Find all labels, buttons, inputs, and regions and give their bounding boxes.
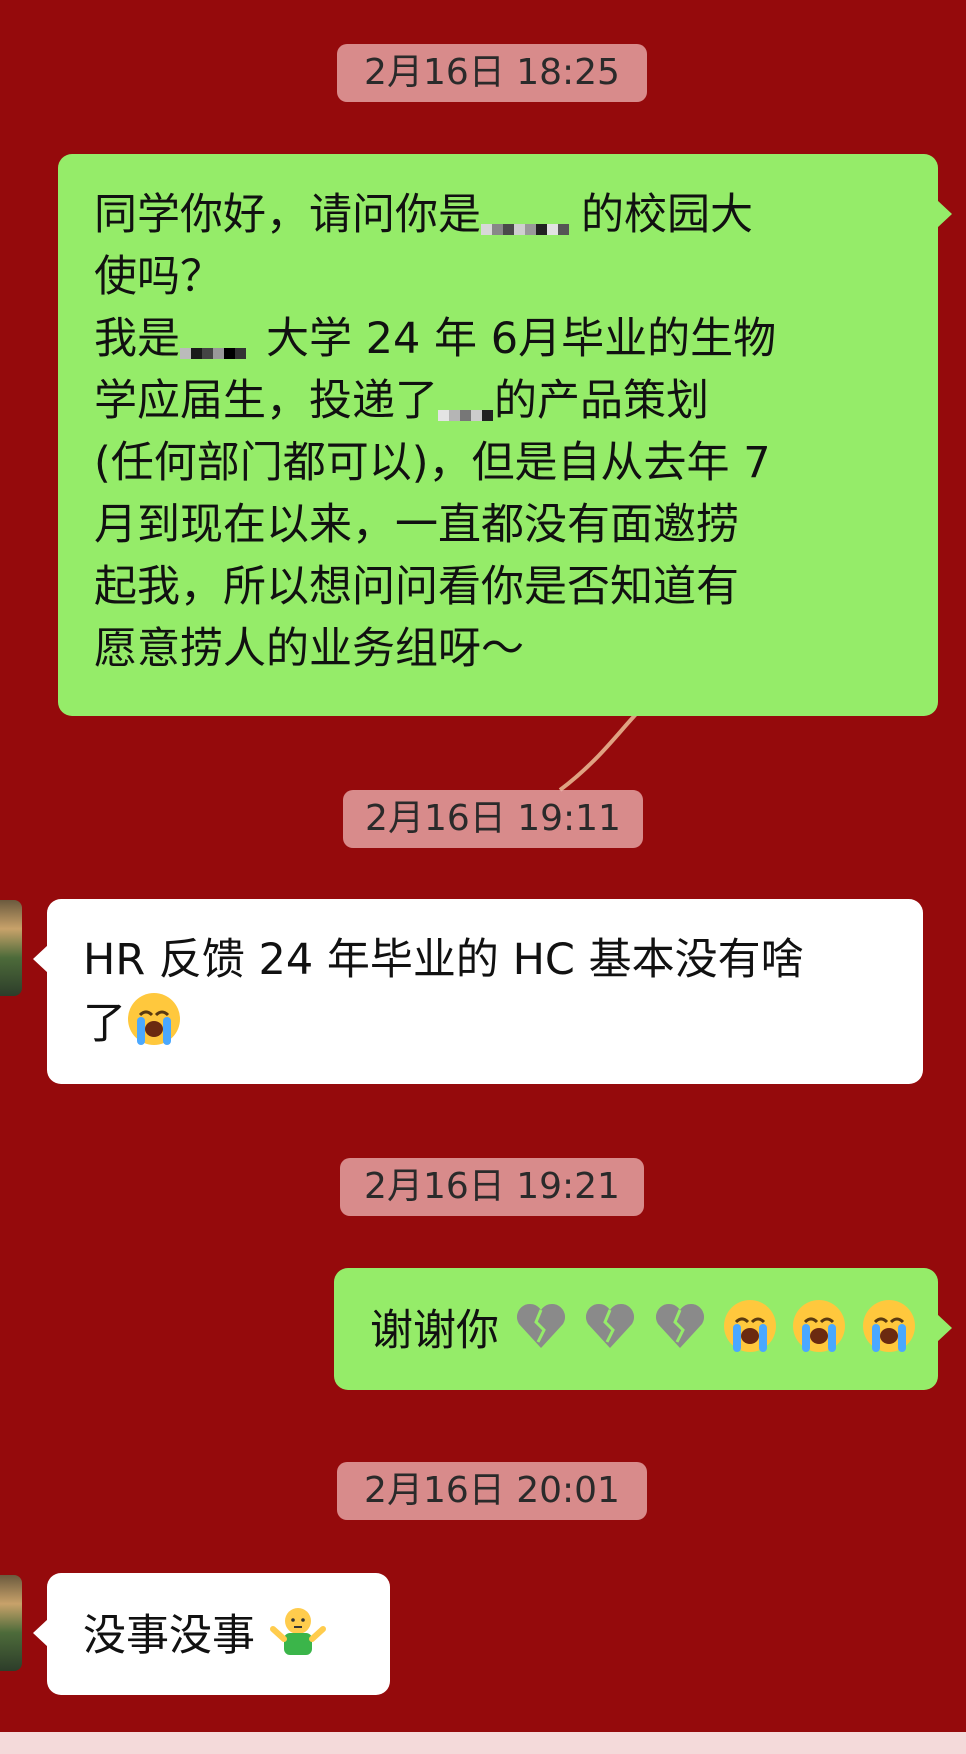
broken-heart-icon [516,1303,565,1348]
message-line: 同学你好，请问你是 的校园大 [94,190,753,240]
loudly-crying-face-icon [793,1300,846,1352]
bottom-edge-strip [0,1732,966,1754]
broken-heart-icon [586,1303,635,1348]
message-line: 没事没事 [83,1603,354,1667]
outgoing-message-bubble[interactable]: 谢谢你 [334,1268,952,1390]
message-line: 学应届生，投递了 的产品策划 [94,376,709,426]
timestamp: 2月16日 18:25 [337,44,647,102]
contact-avatar[interactable] [0,1575,22,1671]
incoming-message-bubble[interactable]: 没事没事 [33,1573,390,1695]
loudly-crying-face-icon [863,1300,916,1352]
incoming-message-bubble[interactable]: HR 反馈 24 年毕业的 HC 基本没有啥 了 [33,899,923,1084]
redacted-mosaic [180,314,250,359]
message-line: 使吗？ [94,252,223,302]
person-shrugging-emoji-icon [269,1608,326,1655]
outgoing-message-bubble[interactable]: 同学你好，请问你是 的校园大 使吗？ 我是 大学 24 年 6月毕业的生物 学应… [58,154,952,716]
loudly-crying-face-icon [128,993,180,1045]
timestamp: 2月16日 19:11 [343,790,643,848]
message-line: 月到现在以来，一直都没有面邀捞 [94,500,739,550]
message-line: 我是 大学 24 年 6月毕业的生物 [94,314,777,364]
message-line: (任何部门都可以)，但是自从去年 7 [94,438,771,488]
message-line: HR 反馈 24 年毕业的 HC 基本没有啥 [83,935,804,985]
loudly-crying-face-icon [723,1300,776,1352]
message-line: 了 [83,991,887,1055]
message-line: 起我，所以想问问看你是否知道有 [94,562,739,612]
broken-heart-icon [655,1303,705,1348]
contact-avatar[interactable] [0,900,22,996]
redacted-mosaic [481,190,581,235]
timestamp: 2月16日 20:01 [337,1462,647,1520]
message-line: 愿意捞人的业务组呀～ [94,624,524,674]
timestamp: 2月16日 19:21 [340,1158,644,1216]
message-line: 谢谢你 [370,1298,916,1362]
redacted-mosaic [438,376,494,421]
